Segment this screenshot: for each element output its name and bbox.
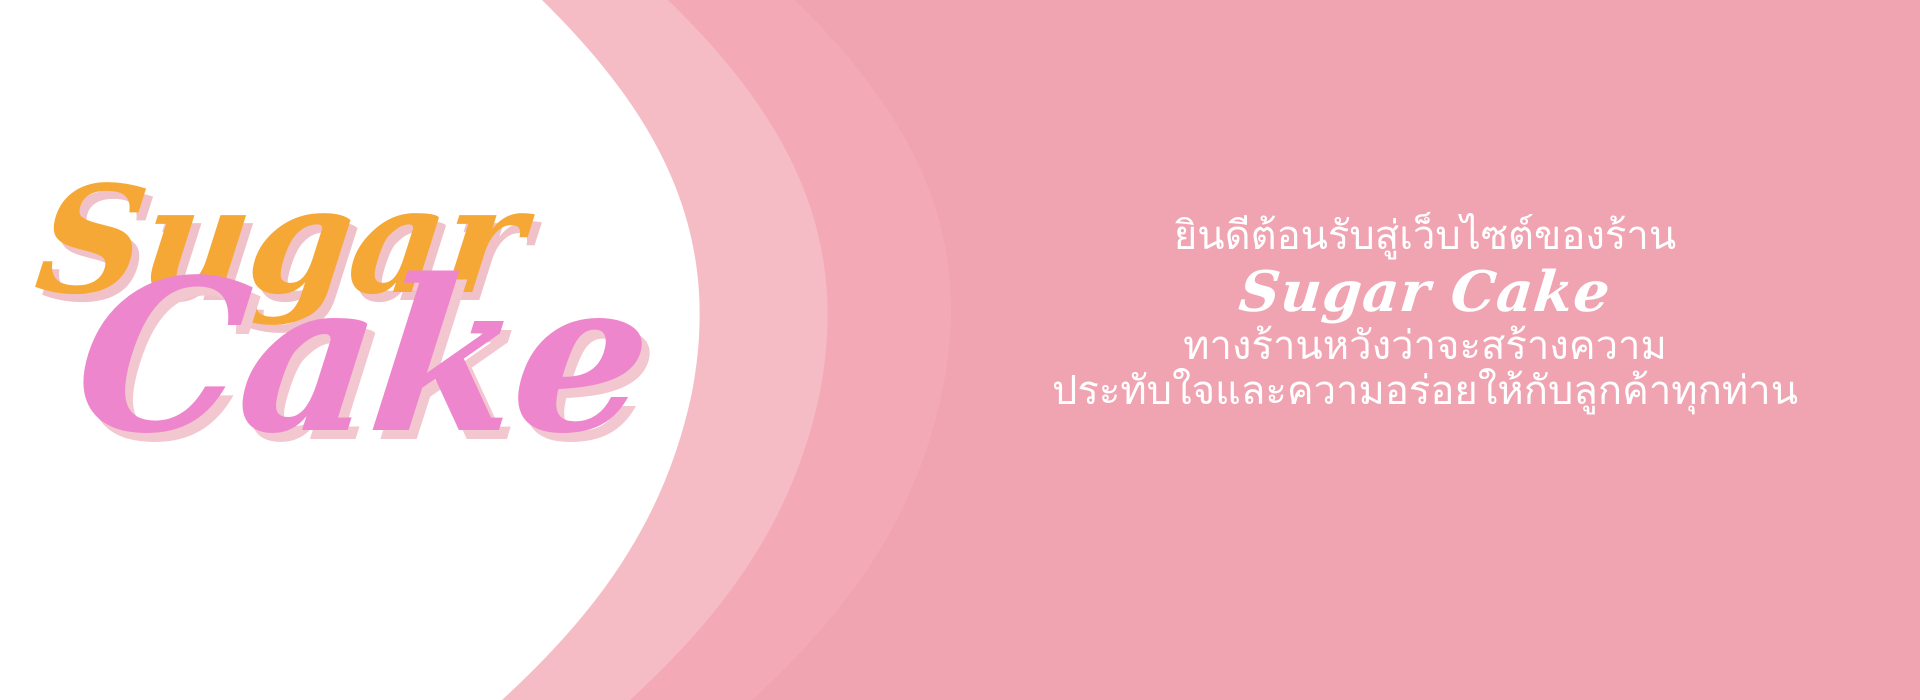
welcome-message: ยินดีต้อนรับสู่เว็บไซต์ของร้าน Sugar Cak… [985,214,1865,414]
white-arc-panel [0,0,700,700]
hero-banner: Sugar Cake ยินดีต้อนรับสู่เว็บไซต์ของร้า… [0,0,1920,700]
welcome-line: ยินดีต้อนรับสู่เว็บไซต์ของร้าน [1173,213,1677,259]
description-line-1: ทางร้านหวังว่าจะสร้างความ [1183,323,1667,370]
brand-name-line: Sugar Cake [1236,258,1614,325]
description-line-2: ประทับใจและความอร่อยให้กับลูกค้าทุกท่าน [1051,367,1799,414]
